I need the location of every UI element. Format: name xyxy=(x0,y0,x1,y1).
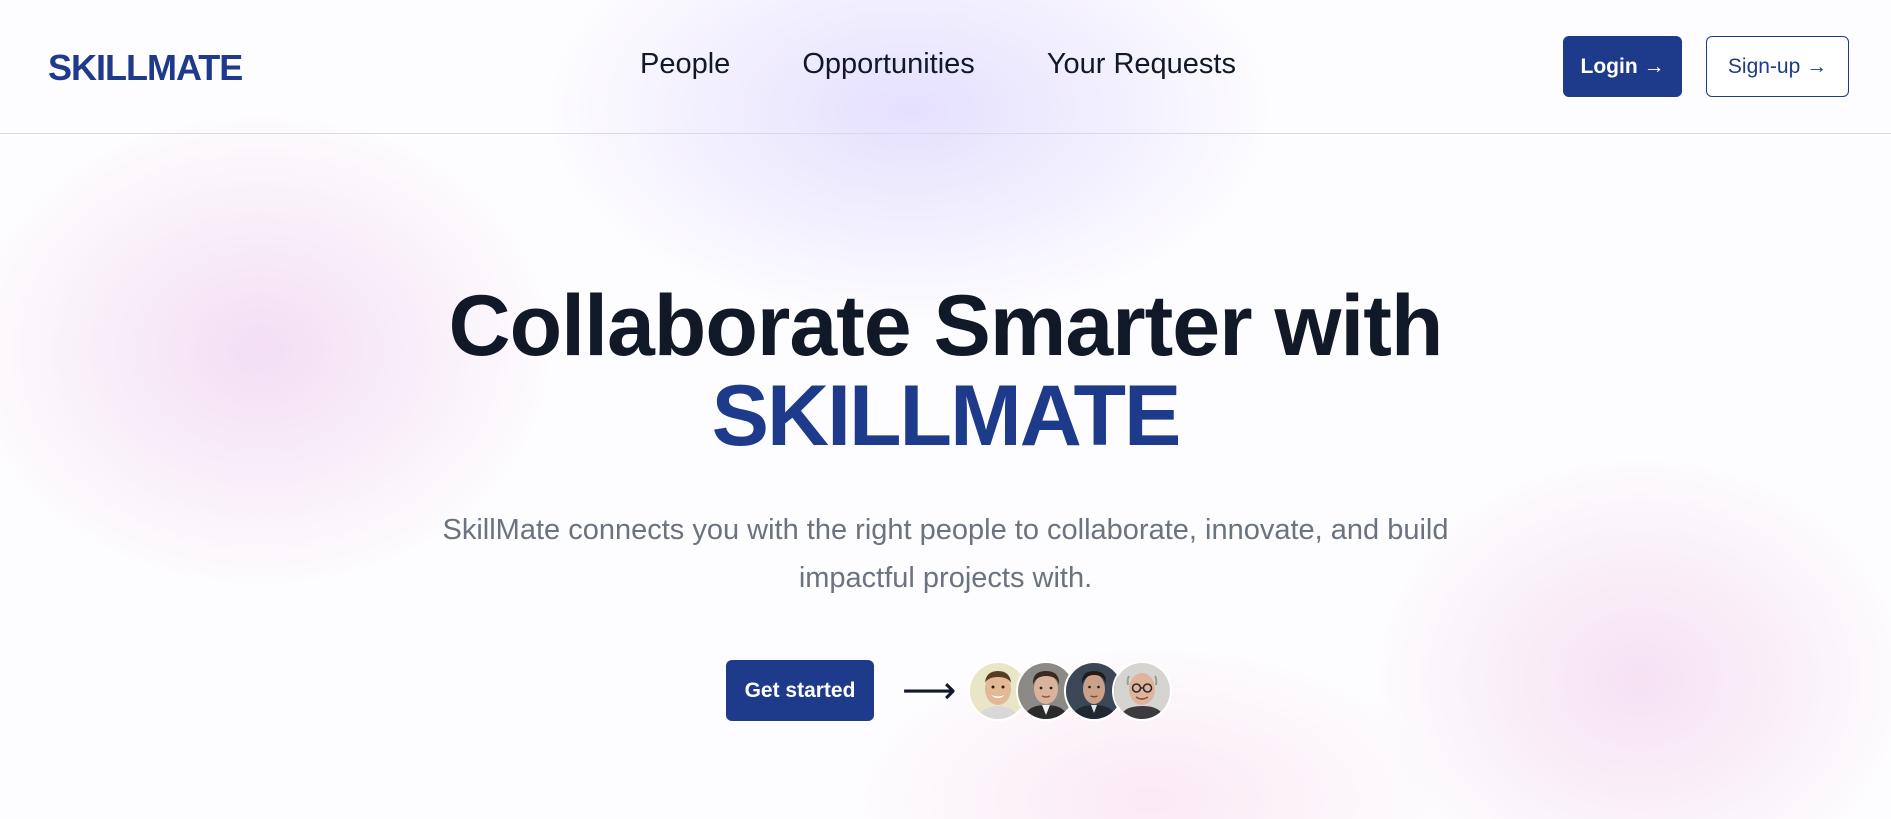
nav-item-people[interactable]: People xyxy=(640,48,730,81)
avatar-group xyxy=(968,660,1172,721)
landing-page: SKILLMATE People Opportunities Your Requ… xyxy=(0,0,1891,819)
top-navbar: SKILLMATE People Opportunities Your Requ… xyxy=(0,0,1891,134)
arrow-right-icon: ⟶ xyxy=(902,669,957,712)
login-button[interactable]: Login → xyxy=(1563,36,1682,97)
logo[interactable]: SKILLMATE xyxy=(48,47,243,89)
avatar-photo-4 xyxy=(1112,660,1172,721)
main-nav: People Opportunities Your Requests xyxy=(640,48,1236,81)
cta-row: Get started ⟶ xyxy=(726,660,1172,721)
signup-button[interactable]: Sign-up → xyxy=(1706,36,1849,97)
hero-title: Collaborate Smarter with xyxy=(448,278,1444,374)
nav-item-opportunities[interactable]: Opportunities xyxy=(802,48,975,81)
get-started-button[interactable]: Get started xyxy=(726,660,874,721)
hero-subtitle: SkillMate connects you with the right pe… xyxy=(442,514,1449,594)
nav-item-your-requests[interactable]: Your Requests xyxy=(1047,48,1236,81)
hero-title-brand: SKILLMATE xyxy=(711,368,1182,464)
